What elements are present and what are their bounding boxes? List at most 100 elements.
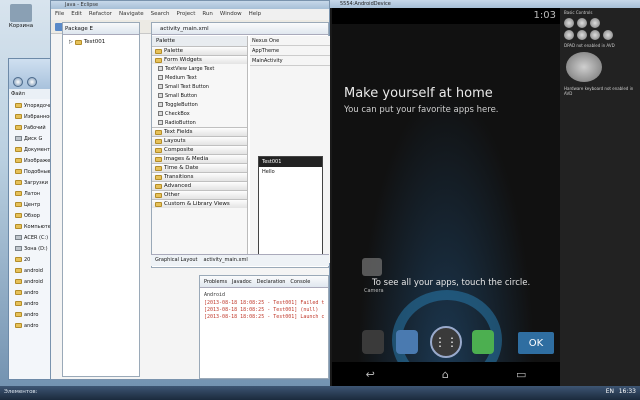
explorer-row-label: Центр	[24, 201, 41, 208]
volume-icon[interactable]	[564, 18, 574, 28]
palette-widget-label: CheckBox	[165, 110, 190, 117]
menu-item-refactor[interactable]: Refactor	[89, 11, 112, 18]
palette-panel: Palette Palette Form Widgets TextView La…	[152, 36, 248, 263]
home-hw-icon[interactable]	[564, 30, 574, 40]
palette-widget[interactable]: Medium Text	[152, 73, 247, 82]
explorer-row-label: Подобные	[24, 168, 51, 175]
recycle-bin-icon[interactable]: Корзина	[3, 4, 39, 29]
menu-item-file[interactable]: File	[55, 11, 64, 18]
device-selector[interactable]: Nexus One	[250, 36, 330, 46]
drive-icon	[15, 136, 22, 141]
palette-widget[interactable]: CheckBox	[152, 109, 247, 118]
explorer-row-label: andro	[24, 322, 39, 329]
recent-apps-icon[interactable]: ▭	[516, 368, 526, 381]
palette-category[interactable]: Advanced	[152, 181, 247, 190]
theme-selector[interactable]: AppTheme	[250, 46, 330, 56]
ok-button[interactable]: OK	[518, 332, 554, 354]
palette-category[interactable]: Custom & Library Views	[152, 199, 247, 208]
phone-screen[interactable]: 1:03 Make yourself at home You can put y…	[332, 8, 560, 390]
cling-title: Make yourself at home	[344, 86, 493, 101]
project-node[interactable]: ▷ Test001	[63, 35, 139, 49]
camera-label: Camera	[364, 288, 384, 294]
menu-item-edit[interactable]: Edit	[71, 11, 82, 18]
palette-widget-label: Small Text Button	[165, 83, 209, 90]
folder-icon	[15, 191, 22, 196]
menu-bar: File Edit Refactor Navigate Search Project Run…	[51, 9, 329, 20]
explorer-row-label: andro	[24, 300, 39, 307]
palette-category[interactable]: Layouts	[152, 136, 247, 145]
editor-bottom-tab[interactable]: activity_main.xml	[204, 257, 248, 264]
palette-category-label: Composite	[164, 147, 194, 153]
console-tabs: Problems Javadoc Declaration Console	[200, 276, 328, 288]
status-bar: 1:03	[332, 8, 560, 24]
camera-icon[interactable]	[362, 258, 382, 276]
folder-icon	[155, 174, 162, 180]
controls-label: Basic Controls	[564, 10, 593, 15]
language-indicator[interactable]: EN	[606, 388, 614, 395]
contacts-icon[interactable]	[396, 330, 418, 354]
console-line: [2013-08-18 18:08:25 - Test001] (null)	[204, 307, 319, 313]
console-tab-javadoc[interactable]: Javadoc	[232, 279, 252, 285]
clock[interactable]: 16:33	[619, 388, 636, 395]
menu-item-navigate[interactable]: Navigate	[119, 11, 144, 18]
forward-icon[interactable]	[27, 77, 37, 87]
palette-widget[interactable]: ToggleButton	[152, 100, 247, 109]
status-time: 1:03	[533, 10, 556, 21]
phone-icon[interactable]	[362, 330, 384, 354]
menu-item-search[interactable]: Search	[151, 11, 170, 18]
menu-item-window[interactable]: Window	[220, 11, 242, 18]
expand-icon[interactable]: ▷	[69, 39, 73, 45]
back-icon[interactable]	[13, 77, 23, 87]
menu-item-help[interactable]: Help	[249, 11, 262, 18]
editor-tab[interactable]: activity_main.xml	[152, 23, 328, 35]
palette-widget[interactable]: Small Text Button	[152, 82, 247, 91]
console-tab-console[interactable]: Console	[290, 279, 310, 285]
palette-category[interactable]: Time & Date	[152, 163, 247, 172]
back-button-icon[interactable]: ↩	[366, 368, 375, 381]
explorer-row-label: 20	[24, 256, 31, 263]
menu-hw-icon[interactable]	[577, 30, 587, 40]
editor-bottom-tab[interactable]: Graphical Layout	[155, 257, 198, 264]
taskbar: Элементов: EN 16:33	[0, 386, 640, 400]
console-tab-problems[interactable]: Problems	[204, 279, 227, 285]
palette-category[interactable]: Other	[152, 190, 247, 199]
palette-category-form-widgets[interactable]: Form Widgets	[152, 55, 247, 64]
activity-selector[interactable]: MainActivity	[250, 56, 330, 66]
palette-category[interactable]: Text Fields	[152, 127, 247, 136]
folder-icon	[15, 323, 22, 328]
palette-category-palette[interactable]: Palette	[152, 46, 247, 55]
console-panel: Problems Javadoc Declaration Console Androi…	[199, 275, 329, 379]
home-button-icon[interactable]: ⌂	[442, 368, 449, 381]
package-explorer-tab[interactable]: Package E	[63, 23, 139, 35]
palette-category-label: Layouts	[164, 138, 186, 144]
palette-category[interactable]: Images & Media	[152, 154, 247, 163]
cling-hint: To see all your apps, touch the circle.	[372, 278, 531, 288]
widget-icon	[158, 102, 163, 107]
back-hw-icon[interactable]	[590, 30, 600, 40]
menu-item-run[interactable]: Run	[202, 11, 213, 18]
palette-widget[interactable]: Small Button	[152, 91, 247, 100]
messaging-icon[interactable]	[472, 330, 494, 354]
menu-item-project[interactable]: Project	[177, 11, 196, 18]
palette-widget[interactable]: TextView Large Text	[152, 64, 247, 73]
dpad-icon[interactable]	[566, 52, 602, 82]
folder-icon	[15, 169, 22, 174]
console-tab-declaration[interactable]: Declaration	[257, 279, 286, 285]
palette-category[interactable]: Composite	[152, 145, 247, 154]
console-body: Android [2013-08-18 18:08:25 - Test001] …	[200, 288, 328, 325]
device-preview-title: Test001	[259, 157, 322, 167]
palette-category[interactable]: Transitions	[152, 172, 247, 181]
all-apps-icon[interactable]: ⋮⋮	[430, 326, 462, 358]
device-preview[interactable]: Test001 Hello	[258, 156, 323, 266]
power-icon[interactable]	[590, 18, 600, 28]
folder-icon	[155, 201, 162, 207]
layout-canvas: Nexus One AppTheme MainActivity Test001 …	[250, 36, 330, 266]
folder-icon	[155, 147, 162, 153]
emulator-window: 5554:AndroidDevice 1:03 Make yourself at…	[330, 0, 640, 390]
volume-down-icon[interactable]	[577, 18, 587, 28]
widget-icon	[158, 93, 163, 98]
search-hw-icon[interactable]	[603, 30, 613, 40]
palette-category-label: Advanced	[164, 183, 192, 189]
palette-widget[interactable]: RadioButton	[152, 118, 247, 127]
folder-icon	[15, 268, 22, 273]
